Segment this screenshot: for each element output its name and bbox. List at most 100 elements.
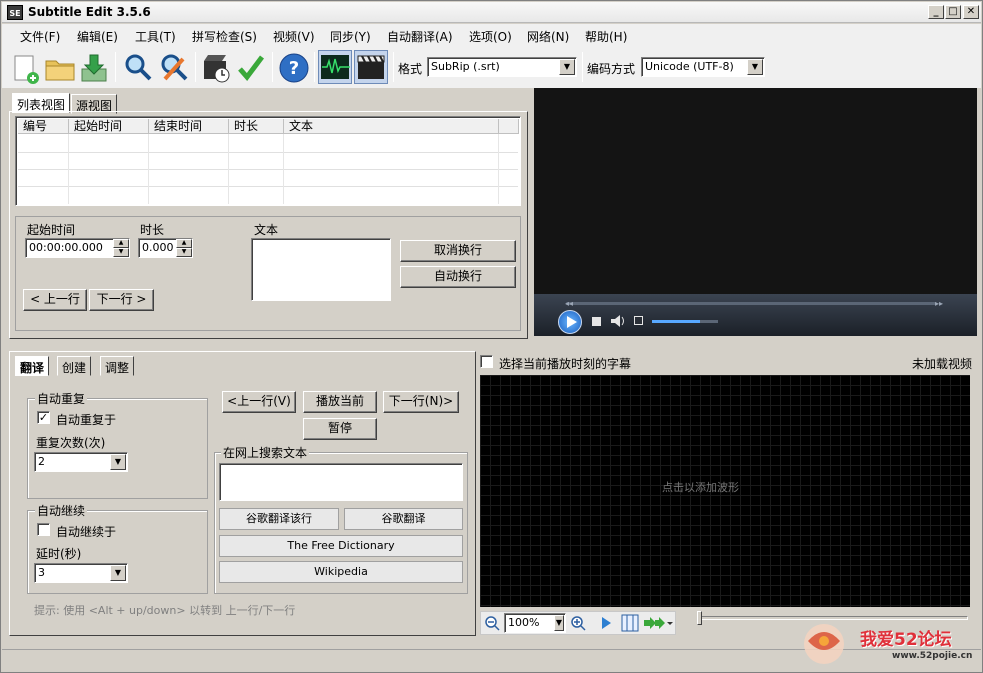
chevron-down-icon[interactable]: ▼	[554, 615, 564, 631]
chevron-down-icon[interactable]: ▼	[176, 248, 192, 257]
subtitle-text-input[interactable]	[251, 238, 391, 301]
play-current-button[interactable]: 播放当前	[303, 391, 377, 413]
next-line-button[interactable]: 下一行 >	[89, 289, 154, 311]
delay-select[interactable]: 3 ▼	[34, 563, 128, 583]
menu-help[interactable]: 帮助(H)	[585, 28, 627, 45]
autocontinue-checkbox[interactable]	[37, 523, 50, 536]
waveform-toggle-icon[interactable]	[318, 50, 352, 84]
close-button[interactable]: ✕	[963, 5, 979, 19]
menu-sync[interactable]: 同步(Y)	[330, 28, 371, 45]
prev-line-button[interactable]: < 上一行	[23, 289, 87, 311]
tab-translate[interactable]: 翻译	[15, 356, 50, 376]
duration-label: 时长	[140, 223, 165, 237]
spell-check-icon[interactable]	[233, 50, 267, 84]
watermark-url: www.52pojie.cn	[892, 651, 973, 661]
start-time-stepper[interactable]: ▲ ▼	[113, 239, 129, 257]
start-time-label: 起始时间	[27, 223, 76, 237]
encoding-value: Unicode (UTF-8)	[645, 60, 734, 73]
add-waveform-hint[interactable]: 点击以添加波形	[662, 479, 739, 495]
delay-label: 延时(秒)	[36, 547, 82, 561]
prev-line-nav-button[interactable]: <上一行(V)	[222, 391, 296, 413]
duration-value: 0.000	[142, 241, 174, 254]
column-text[interactable]: 文本	[284, 119, 499, 134]
play-button[interactable]	[558, 310, 582, 334]
window-title: Subtitle Edit 3.5.6	[28, 5, 151, 19]
duration-field[interactable]: 0.000 ▲ ▼	[138, 238, 193, 258]
list-gridline	[18, 186, 518, 187]
minimize-button[interactable]: _	[928, 5, 944, 19]
rewind-icon[interactable]: ◂◂	[565, 299, 573, 308]
menu-edit[interactable]: 编辑(E)	[77, 28, 118, 45]
video-player[interactable]: ◂◂ ▸▸	[534, 88, 977, 336]
google-translate-button[interactable]: 谷歌翻译	[344, 508, 463, 530]
column-duration[interactable]: 时长	[229, 119, 284, 134]
waveform-position-thumb[interactable]	[697, 611, 702, 625]
menu-auto-translate[interactable]: 自动翻译(A)	[387, 28, 453, 45]
chevron-up-icon[interactable]: ▲	[176, 239, 192, 248]
chevron-down-icon[interactable]: ▼	[559, 59, 575, 75]
check-icon: ✓	[38, 411, 49, 424]
volume-slider[interactable]	[652, 320, 718, 323]
zoom-out-icon[interactable]	[484, 615, 500, 631]
google-translate-line-button[interactable]: 谷歌翻译该行	[219, 508, 339, 530]
repeat-count-select[interactable]: 2 ▼	[34, 452, 128, 472]
chevron-down-icon[interactable]: ▼	[110, 565, 126, 581]
zoom-in-icon[interactable]	[570, 615, 586, 631]
chevron-down-icon[interactable]: ▼	[747, 59, 763, 75]
toolbar-separator	[195, 52, 196, 82]
zoom-select[interactable]: 100% ▼	[504, 613, 566, 633]
autocontinue-title: 自动继续	[35, 502, 88, 519]
chevron-down-icon[interactable]: ▼	[110, 454, 126, 470]
chevron-down-icon[interactable]: ▼	[113, 248, 129, 257]
encoding-select[interactable]: Unicode (UTF-8) ▼	[641, 57, 765, 77]
frames-icon[interactable]	[621, 614, 639, 632]
replace-icon[interactable]	[156, 50, 190, 84]
new-file-icon[interactable]	[8, 50, 42, 84]
wikipedia-button[interactable]: Wikipedia	[219, 561, 463, 583]
fullscreen-icon[interactable]	[634, 316, 643, 325]
maximize-button[interactable]: □	[945, 5, 961, 19]
tab-adjust[interactable]: 调整	[100, 356, 135, 376]
start-time-value: 00:00:00.000	[29, 241, 103, 254]
menu-file[interactable]: 文件(F)	[20, 28, 60, 45]
forward-arrows-icon[interactable]	[643, 615, 673, 631]
waveform-canvas[interactable]: 点击以添加波形	[480, 375, 970, 607]
unbreak-button[interactable]: 取消换行	[400, 240, 516, 262]
menu-tools[interactable]: 工具(T)	[135, 28, 176, 45]
open-folder-icon[interactable]	[42, 50, 76, 84]
tab-create[interactable]: 创建	[57, 356, 92, 376]
start-time-field[interactable]: 00:00:00.000 ▲ ▼	[25, 238, 130, 258]
video-toggle-icon[interactable]	[354, 50, 388, 84]
delay-value: 3	[38, 566, 45, 579]
search-text-input[interactable]	[219, 463, 463, 501]
next-line-nav-button[interactable]: 下一行(N)>	[383, 391, 459, 413]
subtitle-list[interactable]: 编号 起始时间 结束时间 时长 文本	[15, 116, 521, 206]
format-select[interactable]: SubRip (.srt) ▼	[427, 57, 577, 77]
column-number[interactable]: 编号	[18, 119, 69, 134]
menu-spellcheck[interactable]: 拼写检查(S)	[192, 28, 257, 45]
text-label: 文本	[254, 223, 279, 237]
stop-icon[interactable]	[592, 317, 601, 326]
help-icon[interactable]: ?	[276, 50, 310, 84]
column-end[interactable]: 结束时间	[149, 119, 229, 134]
auto-break-button[interactable]: 自动换行	[400, 266, 516, 288]
duration-stepper[interactable]: ▲ ▼	[176, 239, 192, 257]
select-current-subtitle-checkbox[interactable]	[480, 355, 493, 368]
autorepeat-checkbox[interactable]: ✓	[37, 411, 50, 424]
chevron-up-icon[interactable]: ▲	[113, 239, 129, 248]
video-seek-bar[interactable]	[566, 302, 936, 305]
pause-button[interactable]: 暂停	[303, 418, 377, 440]
tab-list-view[interactable]: 列表视图	[12, 93, 71, 113]
menu-options[interactable]: 选项(O)	[469, 28, 512, 45]
menu-video[interactable]: 视频(V)	[273, 28, 315, 45]
play-waveform-icon[interactable]	[599, 615, 613, 631]
column-start[interactable]: 起始时间	[69, 119, 149, 134]
save-download-icon[interactable]	[76, 50, 110, 84]
list-gridline	[228, 134, 229, 204]
visual-sync-icon[interactable]	[199, 50, 233, 84]
find-icon[interactable]	[120, 50, 154, 84]
volume-icon[interactable]	[610, 314, 626, 328]
free-dictionary-button[interactable]: The Free Dictionary	[219, 535, 463, 557]
fast-forward-icon[interactable]: ▸▸	[935, 299, 943, 308]
menu-network[interactable]: 网络(N)	[527, 28, 569, 45]
